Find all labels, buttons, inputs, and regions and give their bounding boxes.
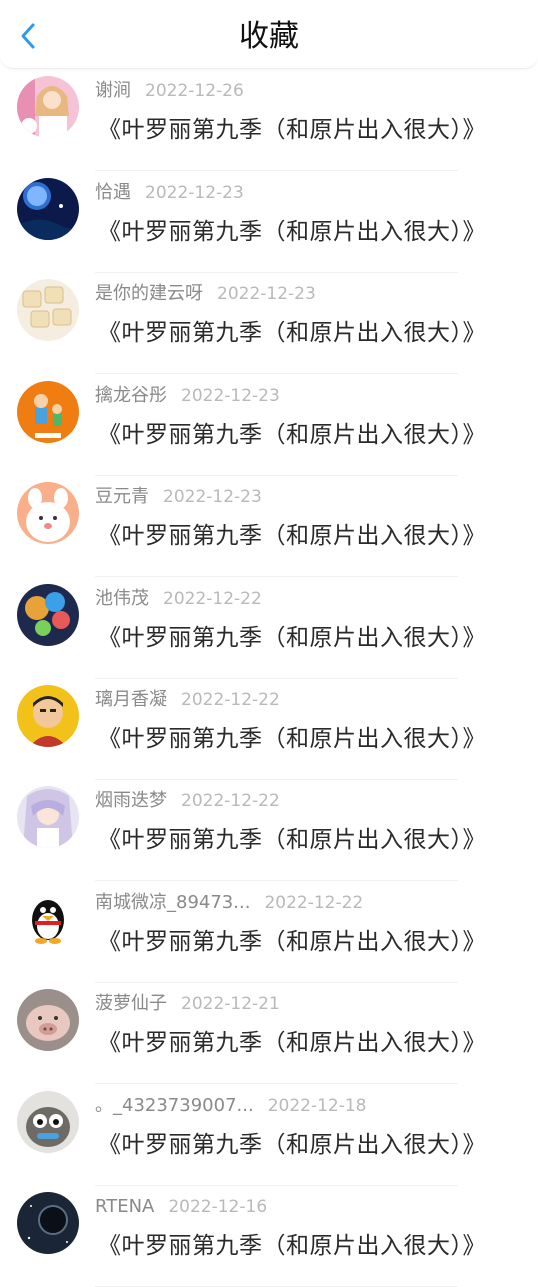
page-title: 收藏: [239, 19, 299, 54]
favorite-date: 2022-12-26: [145, 81, 244, 101]
penguin-avatar[interactable]: [17, 888, 79, 950]
pig-avatar[interactable]: [17, 989, 79, 1051]
favorite-date: 2022-12-18: [267, 1096, 367, 1116]
list-item[interactable]: 璃月香凝 2022-12-22 《叶罗丽第九季（和原片出入很大）》: [0, 679, 538, 780]
user-name[interactable]: 恰遇: [95, 182, 131, 203]
list-item[interactable]: 菠萝仙子 2022-12-21 《叶罗丽第九季（和原片出入很大）》: [0, 983, 538, 1084]
favorite-date: 2022-12-22: [163, 589, 262, 609]
favorite-date: 2022-12-22: [181, 791, 280, 811]
space-avatar[interactable]: [17, 1192, 79, 1254]
user-name[interactable]: 南城微凉_89473...: [95, 892, 250, 913]
favorite-title[interactable]: 《叶罗丽第九季（和原片出入很大）》: [98, 1125, 486, 1159]
user-name[interactable]: RTENA: [95, 1196, 154, 1217]
favorite-date: 2022-12-22: [181, 690, 280, 710]
favorite-title[interactable]: 《叶罗丽第九季（和原片出入很大）》: [98, 820, 486, 854]
top-nav-bar: 收藏: [0, 0, 538, 69]
favorite-date: 2022-12-23: [181, 386, 280, 406]
list-item[interactable]: 豆元青 2022-12-23 《叶罗丽第九季（和原片出入很大）》: [0, 476, 538, 577]
user-name[interactable]: 擒龙谷彤: [95, 385, 167, 406]
user-name[interactable]: 豆元青: [95, 486, 149, 507]
favorite-date: 2022-12-23: [145, 183, 244, 203]
list-item[interactable]: RTENA 2022-12-16 《叶罗丽第九季（和原片出入很大）》: [0, 1186, 538, 1287]
creature-avatar[interactable]: [17, 1091, 79, 1153]
favorite-title[interactable]: 《叶罗丽第九季（和原片出入很大）》: [98, 922, 486, 956]
chevron-left-icon: [21, 23, 35, 49]
favorite-title[interactable]: 《叶罗丽第九季（和原片出入很大）》: [98, 415, 486, 449]
user-name[interactable]: 谢涧: [95, 80, 131, 101]
balloons-avatar[interactable]: [17, 584, 79, 646]
favorite-title[interactable]: 《叶罗丽第九季（和原片出入很大）》: [98, 516, 486, 550]
favorite-title[interactable]: 《叶罗丽第九季（和原片出入很大）》: [98, 618, 486, 652]
anime-girl-avatar[interactable]: [17, 786, 79, 848]
bunny-avatar[interactable]: [17, 482, 79, 544]
back-button[interactable]: [10, 18, 46, 54]
user-name[interactable]: 。_4323739007...: [95, 1095, 254, 1116]
list-item[interactable]: 烟雨迭梦 2022-12-22 《叶罗丽第九季（和原片出入很大）》: [0, 780, 538, 881]
list-item[interactable]: 。_4323739007... 2022-12-18 《叶罗丽第九季（和原片出入很…: [0, 1085, 538, 1186]
favorite-title[interactable]: 《叶罗丽第九季（和原片出入很大）》: [98, 1023, 486, 1057]
user-name[interactable]: 是你的建云呀: [95, 283, 203, 304]
list-item[interactable]: 池伟茂 2022-12-22 《叶罗丽第九季（和原片出入很大）》: [0, 578, 538, 679]
favorite-date: 2022-12-23: [217, 284, 316, 304]
list-item[interactable]: 擒龙谷彤 2022-12-23 《叶罗丽第九季（和原片出入很大）》: [0, 375, 538, 476]
user-name[interactable]: 烟雨迭梦: [95, 790, 167, 811]
favorite-title[interactable]: 《叶罗丽第九季（和原片出入很大）》: [98, 110, 486, 144]
cartoon-people-avatar[interactable]: [17, 381, 79, 443]
favorite-date: 2022-12-16: [168, 1197, 268, 1217]
favorite-date: 2022-12-23: [163, 487, 262, 507]
favorite-title[interactable]: 《叶罗丽第九季（和原片出入很大）》: [98, 1226, 486, 1260]
user-name[interactable]: 璃月香凝: [95, 689, 167, 710]
night-moon-avatar[interactable]: [17, 178, 79, 240]
list-item[interactable]: 恰遇 2022-12-23 《叶罗丽第九季（和原片出入很大）》: [0, 172, 538, 273]
favorite-date: 2022-12-21: [181, 994, 280, 1014]
list-item[interactable]: 南城微凉_89473... 2022-12-22 《叶罗丽第九季（和原片出入很大）…: [0, 882, 538, 983]
favorite-title[interactable]: 《叶罗丽第九季（和原片出入很大）》: [98, 313, 486, 347]
favorite-title[interactable]: 《叶罗丽第九季（和原片出入很大）》: [98, 212, 486, 246]
cartoon-man-avatar[interactable]: [17, 685, 79, 747]
list-item[interactable]: 谢涧 2022-12-26 《叶罗丽第九季（和原片出入很大）》: [0, 70, 538, 171]
pink-girl-avatar[interactable]: [17, 76, 79, 138]
user-name[interactable]: 菠萝仙子: [95, 993, 167, 1014]
list-item[interactable]: 是你的建云呀 2022-12-23 《叶罗丽第九季（和原片出入很大）》: [0, 273, 538, 374]
favorite-date: 2022-12-22: [264, 893, 364, 913]
mahjong-avatar[interactable]: [17, 279, 79, 341]
user-name[interactable]: 池伟茂: [95, 588, 149, 609]
favorite-title[interactable]: 《叶罗丽第九季（和原片出入很大）》: [98, 719, 486, 753]
